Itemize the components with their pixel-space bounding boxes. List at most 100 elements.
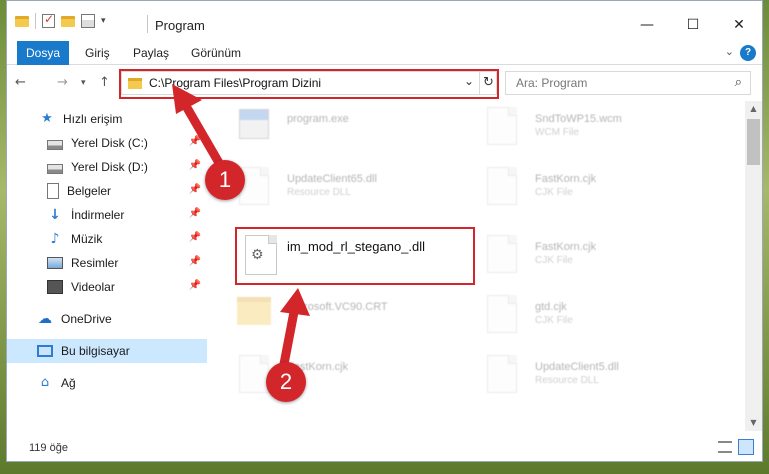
help-button[interactable]: ? [740, 45, 756, 61]
file-icon [487, 295, 517, 333]
pin-icon[interactable]: 📌 [189, 280, 201, 291]
details-view-icon[interactable] [718, 441, 732, 453]
sidebar-item-label: OneDrive [61, 312, 112, 326]
sidebar-item-local-disk-c[interactable]: Yerel Disk (C:) 📌 [7, 131, 207, 155]
file-icon [487, 107, 517, 145]
list-item[interactable]: FastKorn.cjk CJK File [459, 229, 689, 285]
file-highlight [235, 227, 475, 285]
file-type: Resource DLL [287, 187, 351, 198]
search-input[interactable]: Ara: Program ⌕ [505, 71, 751, 95]
list-item[interactable]: Microsoft.VC90.CRT [211, 289, 441, 345]
scroll-up-icon[interactable]: ▲ [745, 101, 762, 117]
file-name: SndToWP15.wcm [535, 113, 622, 125]
list-item[interactable]: UpdateClient65.dll Resource DLL [211, 161, 441, 217]
sidebar-item-label: Resimler [71, 256, 119, 270]
new-folder-icon[interactable] [61, 15, 75, 27]
step-2-badge: 2 [266, 362, 306, 402]
file-name: Microsoft.VC90.CRT [287, 301, 388, 313]
drive-icon [47, 139, 63, 150]
file-name: gtd.cjk [535, 301, 567, 313]
file-icon [239, 355, 269, 393]
pin-icon[interactable]: 📌 [189, 256, 201, 267]
forward-button[interactable]: → [57, 75, 68, 90]
customize-toolbar-icon[interactable]: ▾ [101, 16, 106, 26]
file-name: FastKorn.cjk [535, 173, 597, 185]
document-icon [47, 183, 59, 199]
search-icon[interactable]: ⌕ [735, 75, 742, 90]
sidebar-item-documents[interactable]: Belgeler 📌 [7, 179, 207, 203]
maximize-button[interactable]: ☐ [670, 11, 716, 39]
sidebar-item-pictures[interactable]: Resimler 📌 [7, 251, 207, 275]
minimize-button[interactable]: — [624, 11, 670, 39]
download-icon: ↓ [49, 207, 61, 223]
up-button[interactable]: ↑ [99, 75, 110, 90]
sidebar-item-this-pc[interactable]: Bu bilgisayar [7, 339, 207, 363]
window-title: Program [155, 18, 205, 33]
tab-share[interactable]: Paylaş [133, 41, 169, 65]
sidebar-item-label: Hızlı erişim [63, 112, 123, 126]
step-1-badge: 1 [205, 160, 245, 200]
pin-icon[interactable]: 📌 [189, 208, 201, 219]
list-item[interactable]: program.exe [211, 101, 441, 157]
scroll-thumb[interactable] [747, 119, 760, 165]
file-type: WCM File [535, 127, 579, 138]
sidebar-item-label: İndirmeler [71, 208, 125, 222]
file-icon [487, 355, 517, 393]
close-button[interactable]: ✕ [716, 11, 762, 39]
music-icon: ♪ [50, 231, 60, 247]
cloud-icon: ☁ [38, 311, 52, 327]
drive-icon [47, 163, 63, 174]
file-name: UpdateClient65.dll [287, 173, 377, 185]
recent-locations-button[interactable]: ▾ [81, 78, 86, 88]
back-button[interactable]: ← [15, 75, 26, 90]
item-count: 119 öğe [29, 442, 68, 454]
list-item[interactable]: gtd.cjk CJK File [459, 289, 689, 345]
sidebar-item-onedrive[interactable]: ☁ OneDrive [7, 307, 207, 331]
pin-icon[interactable]: 📌 [189, 136, 201, 147]
sidebar-item-label: Yerel Disk (C:) [71, 136, 148, 150]
sidebar-item-quick-access[interactable]: ★ Hızlı erişim [7, 107, 207, 131]
toolbar-divider [35, 13, 36, 29]
file-name: UpdateClient5.dll [535, 361, 619, 373]
address-highlight [119, 69, 499, 99]
properties-check-icon[interactable] [42, 12, 55, 28]
list-item[interactable]: FastKorn.cjk File [211, 349, 441, 405]
pin-icon[interactable]: 📌 [189, 232, 201, 243]
tab-file[interactable]: Dosya [17, 41, 69, 65]
computer-icon [37, 345, 53, 357]
file-icon [487, 167, 517, 205]
list-item[interactable]: SndToWP15.wcm WCM File [459, 101, 689, 157]
vertical-scrollbar[interactable]: ▲ ▼ [745, 101, 762, 431]
title-divider [147, 15, 148, 33]
file-type: CJK File [535, 255, 573, 266]
list-item[interactable]: UpdateClient5.dll Resource DLL [459, 349, 689, 405]
sidebar-item-network[interactable]: ⌂ Ağ [7, 371, 207, 395]
network-icon: ⌂ [40, 375, 50, 390]
scroll-down-icon[interactable]: ▼ [745, 415, 762, 431]
sidebar-item-music[interactable]: ♪ Müzik 📌 [7, 227, 207, 251]
pin-icon[interactable]: 📌 [189, 184, 201, 195]
navigation-bar: ← → ▾ ↑ C:\Program Files\Program Dizini … [7, 65, 762, 101]
sidebar-item-local-disk-d[interactable]: Yerel Disk (D:) 📌 [7, 155, 207, 179]
tab-home[interactable]: Giriş [85, 41, 110, 65]
folder-icon[interactable] [15, 15, 29, 27]
sidebar-item-videos[interactable]: Videolar 📌 [7, 275, 207, 299]
ribbon-tabs: Dosya Giriş Paylaş Görünüm ⌄ ? [7, 41, 762, 65]
sidebar-item-label: Videolar [71, 280, 115, 294]
sidebar-item-downloads[interactable]: ↓ İndirmeler 📌 [7, 203, 207, 227]
file-name: FastKorn.cjk [535, 241, 597, 253]
tab-view[interactable]: Görünüm [191, 41, 241, 65]
navigation-pane: ★ Hızlı erişim Yerel Disk (C:) 📌 Yerel D… [7, 101, 211, 431]
file-name: program.exe [287, 113, 349, 125]
pin-icon[interactable]: 📌 [189, 160, 201, 171]
properties-icon[interactable] [81, 14, 95, 28]
ribbon-collapse-icon[interactable]: ⌄ [725, 45, 734, 58]
quick-access-toolbar: ▾ [15, 12, 106, 29]
status-bar: 119 öğe [7, 433, 762, 461]
folder-icon [237, 297, 271, 325]
file-type: CJK File [535, 187, 573, 198]
large-icons-view-icon[interactable] [738, 439, 754, 455]
file-icon [487, 235, 517, 273]
video-icon [47, 280, 63, 294]
list-item[interactable]: FastKorn.cjk CJK File [459, 161, 689, 217]
